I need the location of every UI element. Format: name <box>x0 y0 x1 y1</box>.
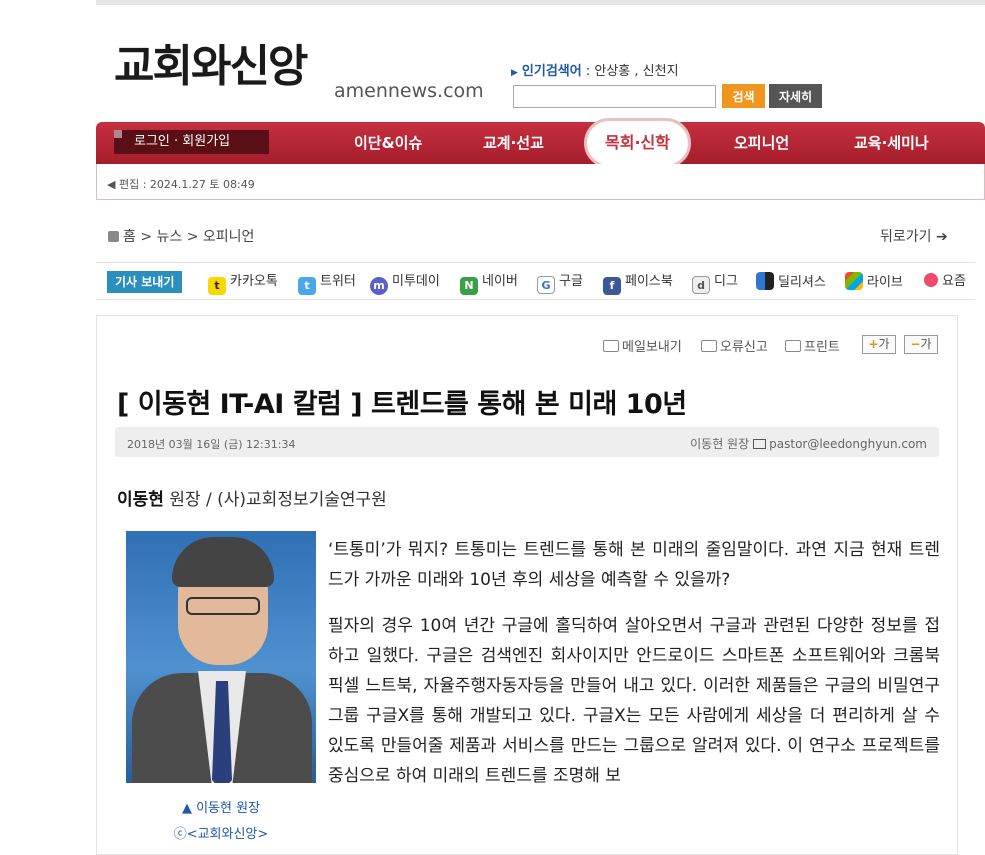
metoday-icon: m <box>370 277 388 295</box>
breadcrumb: 홈 > 뉴스 > 오피니언 <box>108 226 254 246</box>
article-paragraph: 필자의 경우 10여 년간 구글에 홀딕하여 살아오면서 구글과 관련된 다양한… <box>328 616 940 786</box>
digg-icon: d <box>692 276 710 294</box>
share-twitter[interactable]: t 트위터 <box>298 272 356 295</box>
breadcrumb-path[interactable]: 홈 > 뉴스 > 오피니언 <box>123 229 254 245</box>
home-icon <box>108 231 119 242</box>
byline: 이동현 원장 / (사)교회정보기술연구원 <box>117 485 387 510</box>
search-button[interactable]: 검색 <box>722 84 765 108</box>
top-strip <box>96 0 985 5</box>
share-delicious-label: 딜리셔스 <box>778 275 826 290</box>
google-icon: G <box>537 276 555 294</box>
edit-info-text: 편집 : 2024.1.27 토 08:49 <box>118 178 255 191</box>
report-link-label: 오류신고 <box>720 340 768 355</box>
main-nav: 로그인 · 회원가입 이단&이슈 교계·선교 목회·신학 오피니언 교육·세미나 <box>96 118 985 168</box>
delicious-icon <box>756 272 774 290</box>
byline-affiliation: 원장 / (사)교회정보기술연구원 <box>163 490 387 510</box>
share-yozm[interactable]: 요즘 <box>924 272 966 292</box>
popular-searches: ▶ 인기검색어 : 안상홍 , 신천지 <box>511 60 679 79</box>
share-naver-label: 네이버 <box>482 274 518 289</box>
nav-item-heresy-issue[interactable]: 이단&이슈 <box>354 122 422 164</box>
share-label: 기사 보내기 <box>107 271 183 293</box>
share-digg[interactable]: d 디그 <box>692 272 738 294</box>
caption-credit: ⓒ<교회와신앙> <box>173 827 269 842</box>
photo-caption: ▲ 이동현 원장 ⓒ<교회와신앙> <box>126 796 316 848</box>
back-link[interactable]: 뒤로가기 ➔ <box>880 226 948 246</box>
nav-item-education-seminar[interactable]: 교육·세미나 <box>854 122 929 164</box>
caption-name: ▲ 이동현 원장 <box>181 801 261 816</box>
naver-icon: N <box>460 277 478 295</box>
report-error-link[interactable]: 오류신고 <box>701 336 768 355</box>
article-author-info: 이동현 원장 pastor@leedonghyun.com <box>690 435 927 452</box>
share-live-label: 라이브 <box>867 275 903 290</box>
share-live[interactable]: 라이브 <box>845 272 903 293</box>
share-google-label: 구글 <box>559 274 583 289</box>
print-link[interactable]: 프린트 <box>785 336 840 355</box>
share-metoday[interactable]: m 미투데이 <box>370 272 440 295</box>
share-delicious[interactable]: 딜리셔스 <box>756 272 826 293</box>
print-link-label: 프린트 <box>804 340 840 355</box>
share-google[interactable]: G 구글 <box>537 272 583 294</box>
share-metoday-label: 미투데이 <box>392 274 440 289</box>
popular-label: 인기검색어 <box>521 64 582 79</box>
share-kakaotalk-label: 카카오톡 <box>230 274 278 289</box>
share-kakaotalk[interactable]: t 카카오톡 <box>208 272 278 295</box>
nav-item-church-mission[interactable]: 교계·선교 <box>483 122 544 164</box>
login-link[interactable]: 로그인 · 회원가입 <box>114 130 269 154</box>
logo-title: 교회와신앙 <box>114 41 308 92</box>
font-decrease-button[interactable]: −가 <box>904 335 938 354</box>
byline-name: 이동현 <box>117 490 164 510</box>
nav-item-ministry-theology[interactable]: 목회·신학 <box>584 118 691 168</box>
nav-item-opinion[interactable]: 오피니언 <box>734 122 789 164</box>
kakaotalk-icon: t <box>208 277 226 295</box>
article-meta: 2018년 03월 16일 (금) 12:31:34 이동현 원장 pastor@… <box>115 427 939 457</box>
author-photo <box>126 531 316 783</box>
minus-icon: − <box>910 337 921 351</box>
windows-live-icon <box>845 272 863 290</box>
font-increase-button[interactable]: +가 <box>862 335 896 354</box>
yozm-icon <box>924 273 938 287</box>
sub-bar: ◀ 편집 : 2024.1.27 토 08:49 <box>96 164 985 200</box>
share-twitter-label: 트위터 <box>320 274 356 289</box>
popular-terms[interactable]: : 안상홍 , 신천지 <box>586 64 679 79</box>
mail-icon <box>753 439 767 449</box>
arrow-right-icon: ➔ <box>931 229 948 245</box>
speaker-icon: ◀ <box>107 178 116 191</box>
font-minus-label: 가 <box>920 337 932 351</box>
email-link[interactable]: 메일보내기 <box>603 336 682 355</box>
share-digg-label: 디그 <box>714 274 738 289</box>
detail-search-button[interactable]: 자세히 <box>769 84 822 108</box>
edit-timestamp: ◀ 편집 : 2024.1.27 토 08:49 <box>107 176 255 192</box>
article-container: 메일보내기 오류신고 프린트 +가 −가 [ 이동현 IT-AI 칼럼 ] 트렌… <box>96 315 958 855</box>
twitter-icon: t <box>298 277 316 295</box>
facebook-icon: f <box>603 277 621 295</box>
meta-author-name: 이동현 원장 <box>690 437 750 451</box>
plus-icon: + <box>868 337 879 351</box>
search-input[interactable] <box>513 85 716 108</box>
print-icon <box>785 340 801 352</box>
share-bar: 기사 보내기 t 카카오톡 t 트위터 m 미투데이 N 네이버 G 구글 f 페이스북 d… <box>96 262 975 300</box>
share-facebook-label: 페이스북 <box>625 274 673 289</box>
triangle-icon: ▶ <box>511 68 518 78</box>
article-paragraph: ‘트통미’가 뭐지? 트통미는 트렌드를 통해 본 미래의 줄임말이다. 과연 … <box>328 540 940 590</box>
article-body: ‘트통미’가 뭐지? 트통미는 트렌드를 통해 본 미래의 줄임말이다. 과연 … <box>328 535 940 807</box>
font-plus-label: 가 <box>878 337 890 351</box>
article-date: 2018년 03월 16일 (금) 12:31:34 <box>127 438 296 451</box>
email-link-label: 메일보내기 <box>622 340 682 355</box>
back-label: 뒤로가기 <box>880 229 932 245</box>
article-headline: [ 이동현 IT-AI 칼럼 ] 트렌드를 통해 본 미래 10년 <box>117 389 687 420</box>
author-email[interactable]: pastor@leedonghyun.com <box>769 437 927 451</box>
share-yozm-label: 요즘 <box>942 274 966 289</box>
share-naver[interactable]: N 네이버 <box>460 272 518 295</box>
logo-domain: amennews.com <box>334 80 484 102</box>
email-icon <box>603 340 619 352</box>
report-icon <box>701 340 717 352</box>
share-facebook[interactable]: f 페이스북 <box>603 272 673 295</box>
